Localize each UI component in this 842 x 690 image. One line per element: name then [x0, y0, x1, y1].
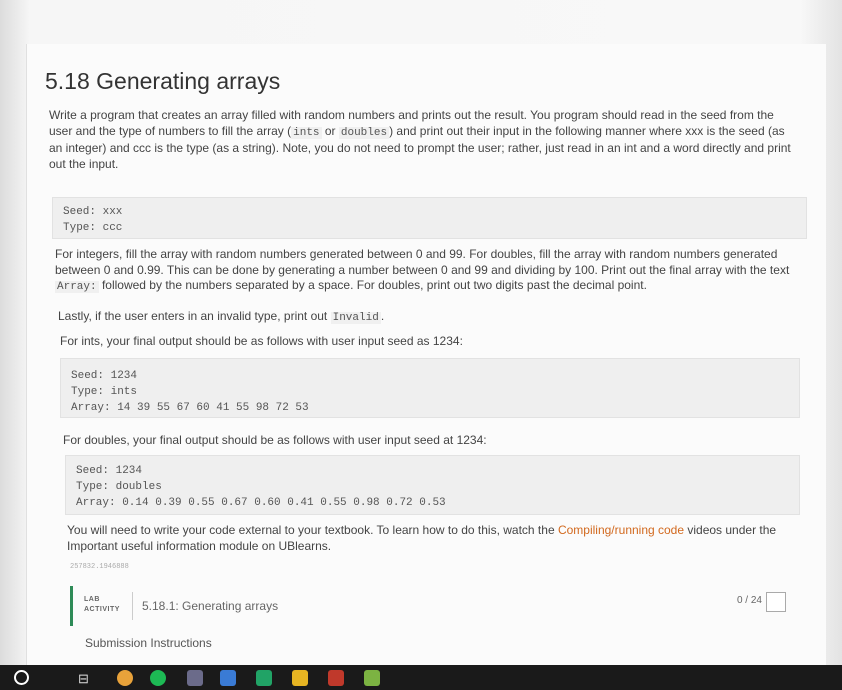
chrome-icon[interactable]: [117, 670, 133, 686]
activity-id: 257832.1946888: [70, 563, 129, 571]
greenapp-icon[interactable]: [256, 670, 272, 686]
lab-accent-bar: [70, 586, 73, 626]
rules-paragraph: For integers, fill the array with random…: [55, 247, 790, 293]
task-view-icon[interactable]: ⊟: [78, 671, 89, 687]
file-explorer-icon[interactable]: [292, 670, 308, 686]
app-icon[interactable]: [187, 670, 203, 686]
intro-line-3: an integer) and ccc is the type (as a st…: [49, 141, 791, 155]
code-array: Array:: [55, 281, 99, 293]
ints-code-block: Seed: 1234 Type: ints Array: 14 39 55 67…: [60, 358, 800, 418]
lab-title: 5.18.1: Generating arrays: [142, 599, 279, 613]
lab-divider: [132, 592, 133, 620]
code-invalid: Invalid: [330, 312, 381, 324]
minecraft-icon[interactable]: [364, 670, 380, 686]
mail-icon[interactable]: [328, 670, 344, 686]
doubles-intro: For doubles, your final output should be…: [63, 433, 487, 447]
cortana-icon[interactable]: [14, 670, 29, 685]
submission-instructions-link[interactable]: Submission Instructions: [85, 636, 212, 650]
invalid-paragraph: Lastly, if the user enters in an invalid…: [58, 309, 385, 324]
spotify-icon[interactable]: [150, 670, 166, 686]
lab-activity[interactable]: LAB ACTIVITY 5.18.1: Generating arrays 0…: [70, 586, 810, 626]
intro-line-2: user and the type of numbers to fill the…: [49, 123, 785, 139]
intro-line-4: out the input.: [49, 156, 119, 171]
external-paragraph: You will need to write your code externa…: [67, 523, 777, 553]
code-doubles: doubles: [338, 126, 390, 139]
lab-score: 0 / 24: [736, 595, 762, 606]
vscode-icon[interactable]: [220, 670, 236, 686]
code-ints: ints: [291, 126, 322, 139]
page-title: 5.18 Generating arrays: [45, 68, 281, 94]
format-code-block: Seed: xxx Type: ccc: [52, 197, 807, 239]
doubles-code-block: Seed: 1234 Type: doubles Array: 0.14 0.3…: [65, 455, 800, 515]
compiling-running-link[interactable]: Compiling/running code: [558, 523, 684, 537]
ints-intro: For ints, your final output should be as…: [60, 334, 463, 348]
intro-paragraph: Write a program that creates an array fi…: [49, 108, 809, 172]
taskbar: ⊟: [0, 665, 842, 690]
intro-line-1: Write a program that creates an array fi…: [49, 108, 774, 122]
completion-checkbox[interactable]: [766, 592, 786, 612]
lab-activity-tag: LAB ACTIVITY: [84, 596, 120, 613]
